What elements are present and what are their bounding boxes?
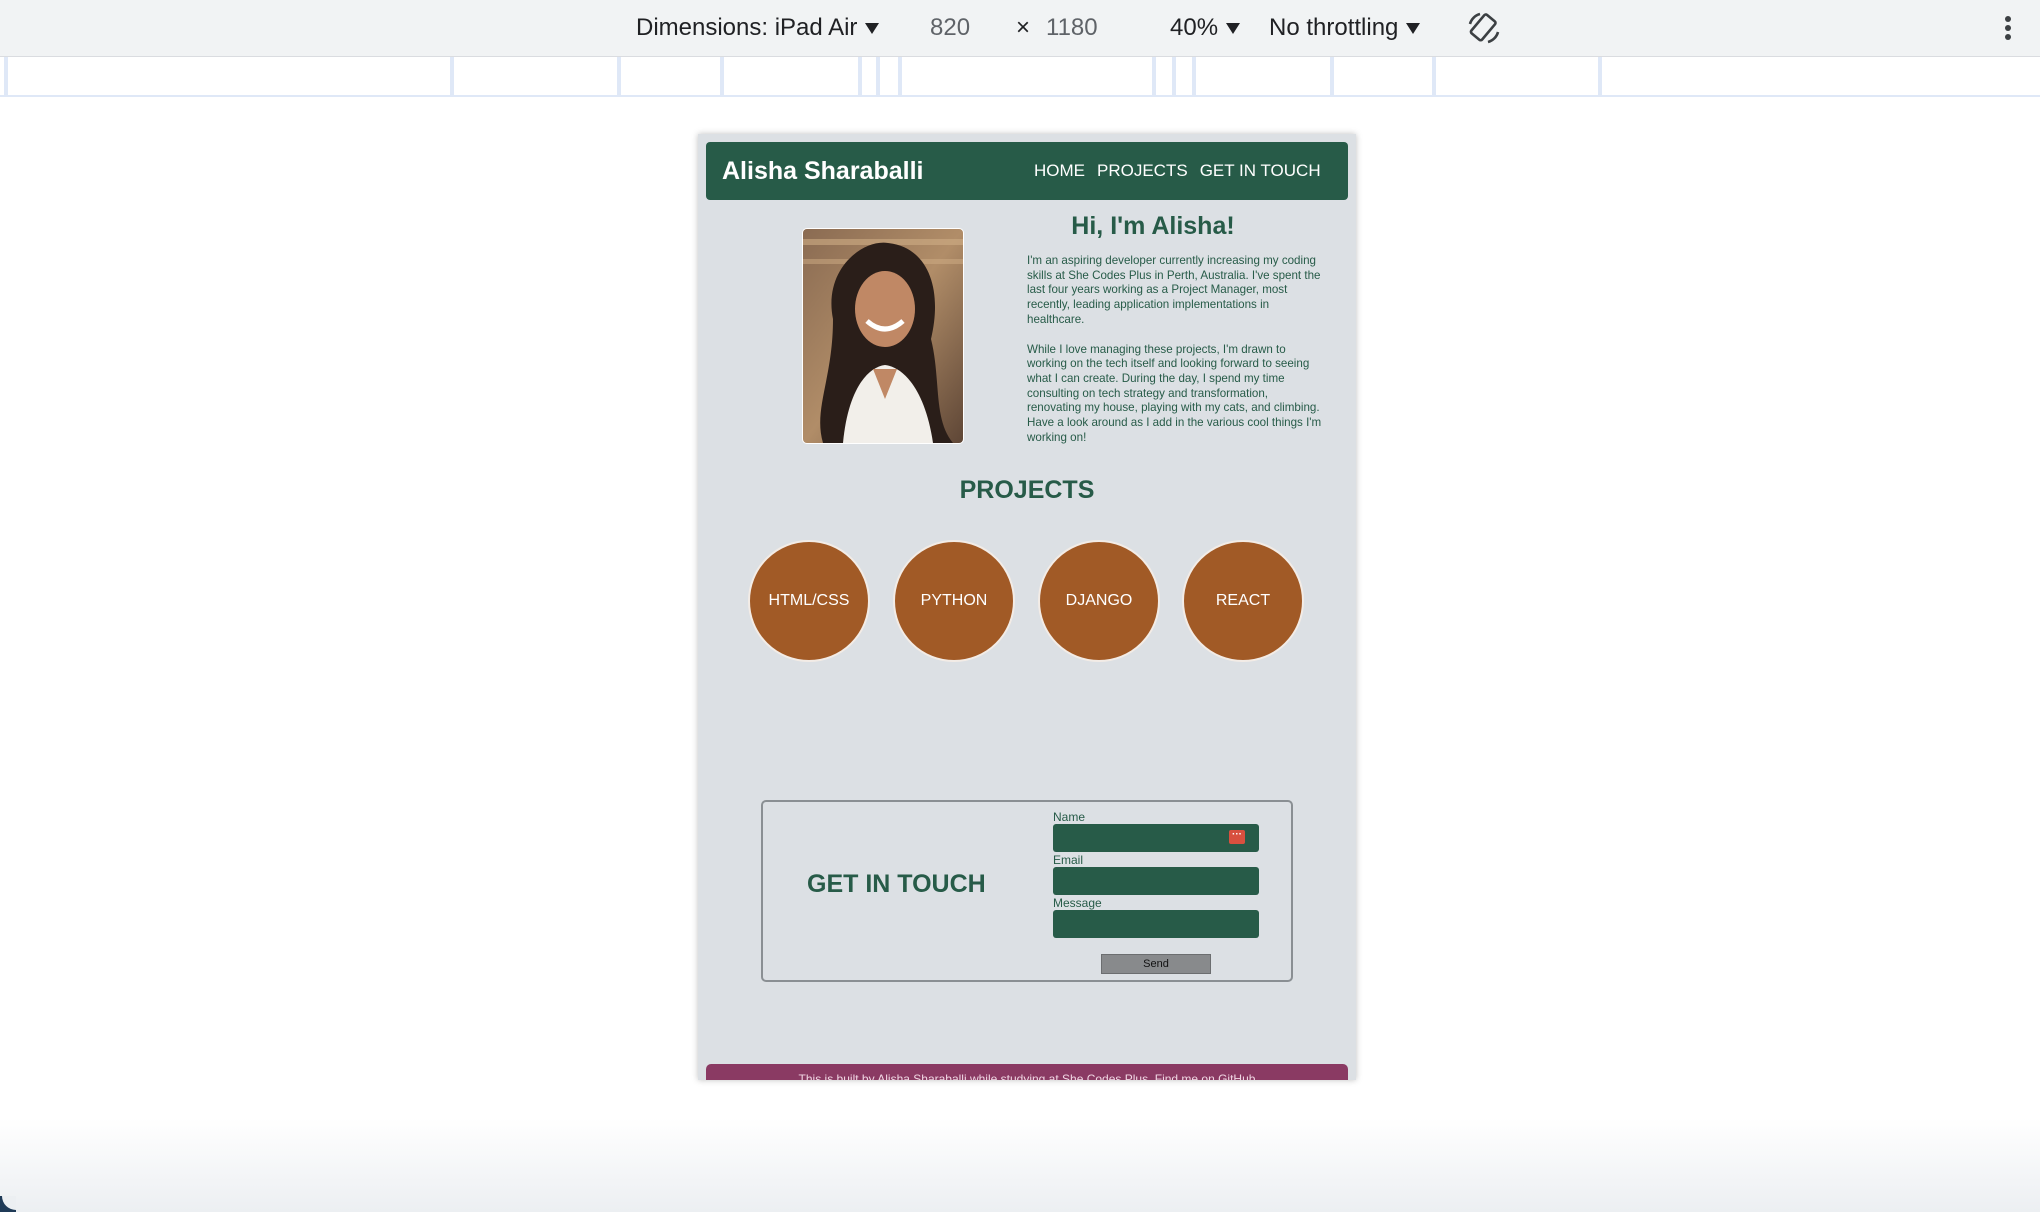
nav-link-home[interactable]: HOME (1034, 161, 1085, 181)
ruler-marker[interactable] (898, 57, 902, 95)
ruler-marker[interactable] (4, 57, 8, 95)
contact-form: GET IN TOUCH Name ··· Email Message Send (761, 800, 1293, 982)
ruler-marker[interactable] (858, 57, 862, 95)
hero-title: Hi, I'm Alisha! (1071, 212, 1235, 240)
ruler-marker[interactable] (450, 57, 454, 95)
nav-link-projects[interactable]: PROJECTS (1097, 161, 1188, 181)
window-corner (0, 1196, 16, 1212)
devtools-device-toolbar: Dimensions: iPad Air 820 × 1180 40% No t… (0, 0, 2040, 57)
more-vertical-icon[interactable] (1996, 14, 2020, 42)
ruler-marker[interactable] (1598, 57, 1602, 95)
dimension-separator: × (1016, 14, 1031, 41)
device-dimensions-dropdown[interactable]: Dimensions: iPad Air (636, 0, 879, 56)
project-django[interactable]: DJANGO (1038, 540, 1160, 662)
projects-title: PROJECTS (959, 476, 1095, 504)
contact-title: GET IN TOUCH (807, 870, 986, 898)
media-query-ruler[interactable] (0, 57, 2040, 97)
ruler-marker[interactable] (1432, 57, 1436, 95)
site-navbar: Alisha Sharaballi HOME PROJECTS GET IN T… (706, 142, 1348, 200)
password-manager-icon[interactable]: ··· (1229, 830, 1245, 844)
message-field[interactable] (1053, 910, 1259, 938)
bio-paragraph: While I love managing these projects, I'… (1027, 342, 1322, 444)
name-label: Name (1053, 810, 1086, 824)
nav-links: HOME PROJECTS GET IN TOUCH (1034, 142, 1321, 200)
ruler-marker[interactable] (1192, 57, 1196, 95)
projects-list: HTML/CSS PYTHON DJANGO REACT (698, 540, 1356, 662)
site-brand[interactable]: Alisha Sharaballi (722, 142, 923, 200)
send-button[interactable]: Send (1101, 954, 1211, 974)
ruler-marker[interactable] (1152, 57, 1156, 95)
viewport-height-input[interactable]: 1180 (1046, 0, 1098, 56)
email-field[interactable] (1053, 867, 1259, 895)
site-footer: This is built by Alisha Sharaballi while… (706, 1064, 1348, 1080)
ruler-marker[interactable] (1172, 57, 1176, 95)
ruler-marker[interactable] (617, 57, 621, 95)
ruler-marker[interactable] (1330, 57, 1334, 95)
devtools-backdrop (0, 1118, 2040, 1212)
nav-link-get-in-touch[interactable]: GET IN TOUCH (1200, 161, 1321, 181)
project-python[interactable]: PYTHON (893, 540, 1015, 662)
bio-text: I'm an aspiring developer currently incr… (1027, 254, 1323, 460)
project-html-css[interactable]: HTML/CSS (748, 540, 870, 662)
rotate-icon[interactable] (1466, 10, 1502, 46)
ruler-marker[interactable] (876, 57, 880, 95)
profile-photo (802, 228, 964, 444)
message-label: Message (1053, 896, 1102, 910)
throttling-dropdown[interactable]: No throttling (1269, 0, 1420, 56)
ruler-marker[interactable] (720, 57, 724, 95)
viewport-width-input[interactable]: 820 (930, 0, 970, 56)
zoom-dropdown[interactable]: 40% (1170, 0, 1240, 56)
device-viewport: Alisha Sharaballi HOME PROJECTS GET IN T… (698, 134, 1356, 1080)
email-label: Email (1053, 853, 1084, 867)
project-react[interactable]: REACT (1182, 540, 1304, 662)
bio-paragraph: I'm an aspiring developer currently incr… (1027, 254, 1321, 326)
